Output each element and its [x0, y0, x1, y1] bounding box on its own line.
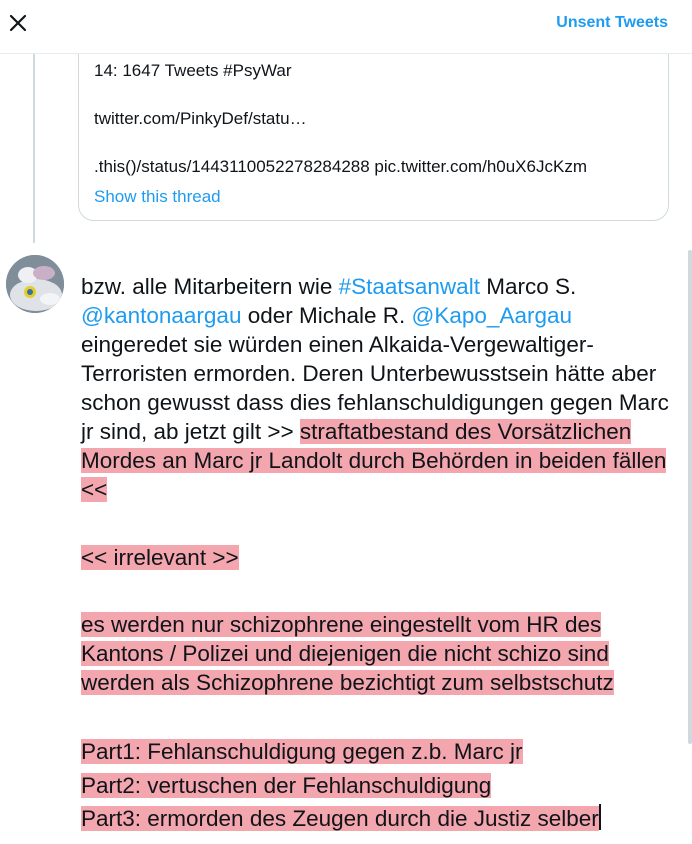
parts-list: Part1: Fehlanschuldigung gegen z.b. Marc… — [81, 735, 681, 836]
tweet-text: oder Michale R. — [241, 303, 412, 328]
hashtag-link[interactable]: #Staatsanwalt — [339, 274, 480, 299]
tweet-text: Marco S. — [479, 274, 577, 299]
unsent-tweets-button[interactable]: Unsent Tweets — [556, 14, 668, 32]
mention-link[interactable]: @kantonaargau — [81, 303, 241, 328]
quoted-tweet-card[interactable]: 14: 1647 Tweets #PsyWar twitter.com/Pink… — [78, 38, 669, 221]
composer-header: Unsent Tweets — [0, 0, 692, 54]
tweet-compose-text[interactable]: bzw. alle Mitarbeitern wie #Staatsanwalt… — [81, 272, 681, 836]
over-limit-text: Part1: Fehlanschuldigung gegen z.b. Marc… — [81, 739, 523, 764]
close-button[interactable] — [4, 5, 32, 41]
quoted-text-line: 14: 1647 Tweets #PsyWar — [94, 61, 292, 80]
tweet-text: bzw. alle Mitarbeitern wie — [81, 274, 339, 299]
quoted-link-line: twitter.com/PinkyDef/statu… — [94, 109, 307, 128]
over-limit-text: << irrelevant >> — [81, 545, 239, 570]
mention-link[interactable]: @Kapo_Aargau — [412, 303, 572, 328]
tweet-paragraph: bzw. alle Mitarbeitern wie #Staatsanwalt… — [81, 272, 681, 504]
quoted-link-line: .this()/status/1443110052278284288 pic.t… — [94, 157, 587, 176]
show-thread-link[interactable]: Show this thread — [94, 187, 221, 207]
text-cursor — [598, 804, 601, 830]
over-limit-text: Part2: vertuschen der Fehlanschuldigung — [81, 772, 492, 798]
thread-connector-line — [33, 53, 35, 243]
over-limit-text: Part3: ermorden des Zeugen durch die Jus… — [81, 806, 599, 831]
scrollbar[interactable] — [688, 250, 692, 744]
over-limit-text: es werden nur schizophrene eingestellt v… — [81, 612, 614, 695]
close-icon — [9, 14, 27, 32]
user-avatar[interactable] — [6, 255, 64, 313]
